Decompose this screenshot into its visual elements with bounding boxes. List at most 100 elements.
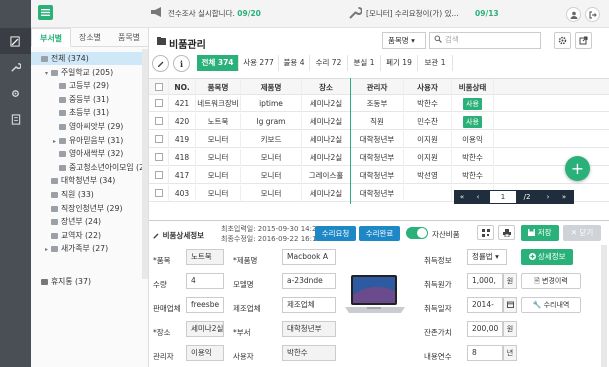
checkbox[interactable] <box>154 83 163 91</box>
tree-item[interactable]: ▾ 주일학교 (205) <box>45 66 113 79</box>
search-input[interactable]: 검색 <box>429 32 541 49</box>
first-page-button[interactable]: « <box>454 190 470 204</box>
tree-item-trash[interactable]: 휴지통 (37) <box>35 275 91 288</box>
change-history-button[interactable]: 🗎 변경이력 <box>521 273 581 289</box>
tree-item[interactable]: ▸ 유아믿음부 (31) <box>53 134 123 147</box>
table-row[interactable]: 420 노트북 lg gram 세미나2실 직원 민수찬 사용 <box>149 113 609 130</box>
row-checkbox-cell[interactable] <box>149 149 169 166</box>
depreciation-select[interactable]: 정률법 ▾ <box>467 249 507 265</box>
notice-announcement[interactable]: 전수조사 실시합니다. 09/20 <box>168 8 261 19</box>
checkbox[interactable] <box>154 99 163 107</box>
popout-button[interactable] <box>575 32 592 49</box>
select-all-checkbox[interactable] <box>149 79 169 96</box>
table-row[interactable]: 421 네트워크장비 iptime 세미나2실 조동부 박한수 사용 <box>149 95 609 112</box>
years-field[interactable]: 8 <box>467 345 503 361</box>
tree-item[interactable]: ▸ 새가족부 (27) <box>45 242 108 255</box>
save-button[interactable]: 저장 <box>521 225 559 241</box>
checkbox[interactable] <box>154 135 163 143</box>
status-filter-tab[interactable]: 사용 277 <box>239 55 279 71</box>
repair-request-button[interactable]: 수리요청 <box>315 226 356 241</box>
row-checkbox-cell[interactable] <box>149 113 169 130</box>
row-checkbox-cell[interactable] <box>149 131 169 148</box>
next-page-button[interactable]: › <box>540 190 556 204</box>
place-field[interactable]: 세미나2실 <box>186 321 224 337</box>
calendar-button[interactable] <box>503 297 517 313</box>
status-filter-tab[interactable]: 불용 4 <box>279 55 310 71</box>
print-button[interactable] <box>498 225 515 240</box>
row-checkbox-cell[interactable] <box>149 167 169 184</box>
status-filter-tab[interactable]: 보관 1 <box>418 55 453 71</box>
status-filter-tab[interactable]: 전체 374 <box>197 55 239 71</box>
wrench-icon[interactable] <box>0 54 31 80</box>
row-checkbox-cell[interactable] <box>149 185 169 202</box>
edit-icon[interactable] <box>0 28 31 54</box>
user-button[interactable] <box>566 7 581 22</box>
tree-item[interactable]: 장년부 (24) <box>45 215 101 228</box>
asset-toggle[interactable] <box>406 227 428 239</box>
model-field[interactable]: a-23dnde <box>282 273 336 289</box>
status-filter-tab[interactable]: 수리 72 <box>310 55 348 71</box>
detail-scrollbar[interactable] <box>601 245 607 367</box>
qr-button[interactable] <box>477 225 494 240</box>
tree-item[interactable]: 대학청년부 (34) <box>45 174 115 187</box>
add-item-button[interactable]: + <box>565 156 590 181</box>
product-photo[interactable] <box>343 271 407 319</box>
tree-item[interactable]: 교역자 (22) <box>45 229 101 242</box>
close-button[interactable]: ✕ 닫기 <box>563 225 601 241</box>
tree-item[interactable]: 초등부 (31) <box>53 106 109 119</box>
row-checkbox-cell[interactable] <box>149 95 169 112</box>
last-page-button[interactable]: » <box>556 190 572 204</box>
tab-location[interactable]: 장소별 <box>71 28 109 47</box>
qty-field[interactable]: 4 <box>186 273 224 289</box>
tree-item[interactable]: 영아씨앗부 (29) <box>53 120 123 133</box>
sidebar-scrollbar[interactable] <box>142 49 148 279</box>
tab-item[interactable]: 품목별 <box>109 28 149 47</box>
tree-item[interactable]: 중등부 (31) <box>53 93 109 106</box>
user-field[interactable]: 박한수 <box>282 345 336 361</box>
asset-toggle-label: 자산비품 <box>432 230 460 239</box>
table-row[interactable]: 418 모니터 모니터 세미나2실 대학청년부 이지원 박한수 <box>149 149 609 166</box>
tree-item[interactable]: 전체 (374) <box>31 52 148 65</box>
checkbox[interactable] <box>154 117 163 125</box>
info-button[interactable]: i <box>173 55 190 72</box>
checkbox[interactable] <box>154 189 163 197</box>
settings-button[interactable] <box>554 32 571 49</box>
residual-field[interactable]: 200,00 <box>467 321 503 337</box>
tree-item[interactable]: 직장인청년부 (29) <box>45 202 123 215</box>
seller-field[interactable]: freesbe <box>186 297 224 313</box>
menu-toggle-button[interactable] <box>38 5 53 20</box>
repair-history-button[interactable]: 🔧 수리내역 <box>521 297 581 313</box>
tab-department[interactable]: 부서별 <box>31 28 71 47</box>
maker-field[interactable]: 제조업체 <box>282 297 336 313</box>
detail-info-button[interactable]: 상세정보 <box>521 249 573 265</box>
item-field[interactable]: 노트북 <box>186 249 224 265</box>
page-number-input[interactable]: 1 <box>490 191 516 203</box>
tree-item[interactable]: 고등부 (29) <box>53 79 109 92</box>
checkbox[interactable] <box>154 153 163 161</box>
table-row[interactable]: 417 모니터 모니터 그레이스홀 대학청년부 박선영 박한수 <box>149 167 609 184</box>
table-cell-no: 417 <box>169 167 196 184</box>
logout-button[interactable] <box>585 7 600 22</box>
checkbox[interactable] <box>154 171 163 179</box>
acq-cost-field[interactable]: 1,000, <box>467 273 503 289</box>
dept-field[interactable]: 대학청년부 <box>282 321 336 337</box>
search-field-select[interactable]: 품목명 ▾ <box>382 32 426 49</box>
table-row[interactable]: 419 모니터 키보드 세미나2실 대학청년부 이지원 이용익 <box>149 131 609 148</box>
acq-date-field[interactable]: 2014- <box>467 297 503 313</box>
status-filter-tab[interactable]: 분실 1 <box>348 55 381 71</box>
folder-icon <box>51 178 58 185</box>
settings-icon[interactable] <box>0 80 31 106</box>
tree-item[interactable]: 직원 (33) <box>45 188 94 201</box>
tree-item[interactable]: 영아새싹부 (32) <box>53 147 123 160</box>
notice-repair[interactable]: [모니터] 수리요청이(가) 있... 09/13 <box>366 8 499 19</box>
document-icon[interactable] <box>0 106 31 132</box>
repair-complete-button[interactable]: 수리완료 <box>359 226 400 241</box>
prev-page-button[interactable]: ‹ <box>470 190 486 204</box>
edit-mode-button[interactable] <box>152 55 169 72</box>
tree-item[interactable]: 중고청소년아이모임 (2 <box>53 161 144 174</box>
repair-history-label: 수리내역 <box>543 301 570 309</box>
manager-field[interactable]: 이용익 <box>186 345 224 361</box>
folder-icon <box>59 83 66 90</box>
status-filter-tab[interactable]: 폐기 19 <box>381 55 418 71</box>
product-field[interactable]: Macbook A <box>282 249 336 265</box>
